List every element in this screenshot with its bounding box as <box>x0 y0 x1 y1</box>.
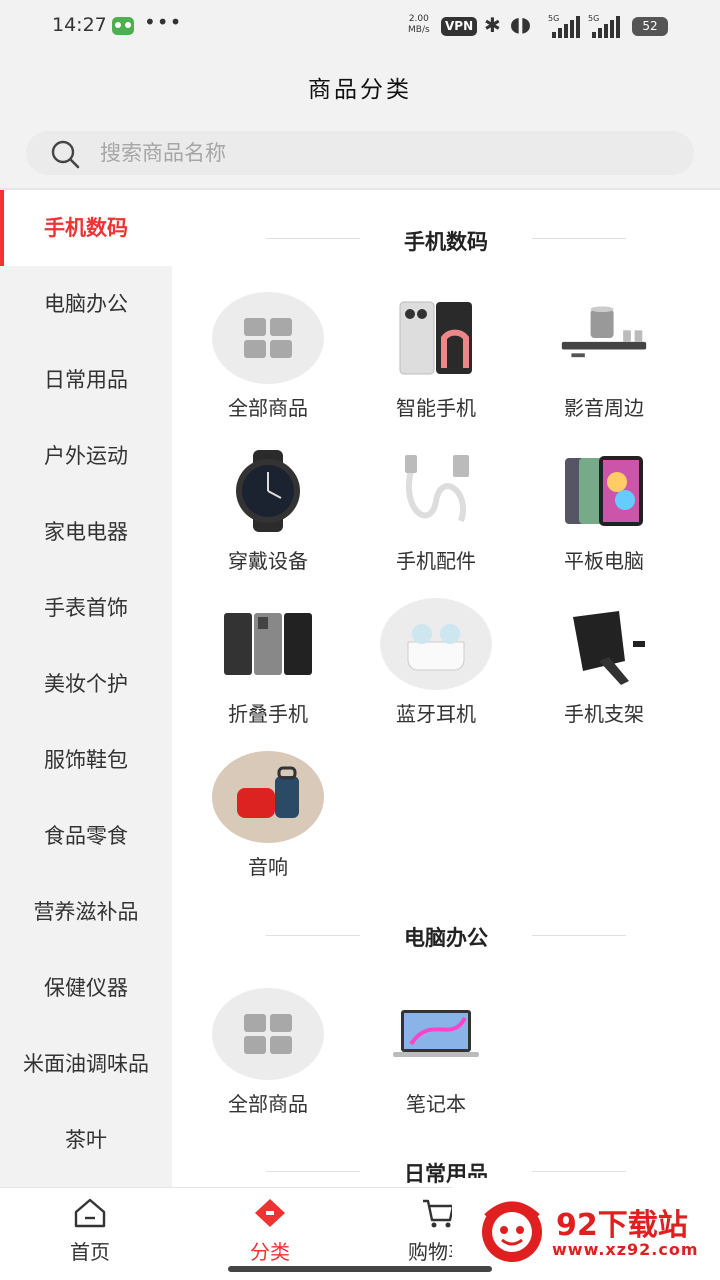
watermark: 92下载站 www.xz92.com <box>452 1178 720 1280</box>
category-item-audio-video[interactable]: 影音周边 <box>520 292 688 442</box>
home-indicator <box>228 1266 492 1272</box>
category-item-label: 音响 <box>248 855 288 879</box>
earbuds-status-icon: ◖◗ <box>510 12 532 36</box>
search-input[interactable] <box>100 131 660 175</box>
tab-category-label: 分类 <box>250 1240 290 1264</box>
category-item-smartphone[interactable]: 智能手机 <box>352 292 520 442</box>
section-divider <box>532 238 626 239</box>
category-item-label: 手机支架 <box>564 702 644 726</box>
smartphone-icon <box>390 292 482 384</box>
usb-cable-icon <box>390 445 482 537</box>
network-speed-value: 2.00 <box>408 14 429 24</box>
sidebar-item-phones-digital[interactable]: 手机数码 <box>0 190 172 266</box>
bluetooth-speaker-icon <box>212 751 324 843</box>
signal-icon: 5G <box>548 14 584 38</box>
sidebar-item-grain-oil[interactable]: 米面油调味品 <box>0 1026 172 1102</box>
section-divider <box>532 1171 626 1172</box>
sidebar-item-health-devices[interactable]: 保健仪器 <box>0 950 172 1026</box>
grid-icon <box>212 988 324 1080</box>
category-item-tablets[interactable]: 平板电脑 <box>520 445 688 595</box>
sidebar-item-outdoor-sports[interactable]: 户外运动 <box>0 418 172 494</box>
category-item-label: 手机配件 <box>396 549 476 573</box>
sidebar-item-nutrition[interactable]: 营养滋补品 <box>0 874 172 950</box>
speaker-set-icon <box>558 292 650 384</box>
section-title: 电脑办公 <box>404 926 488 950</box>
section-title: 手机数码 <box>404 230 488 254</box>
sidebar-item-computers-office[interactable]: 电脑办公 <box>0 266 172 342</box>
sidebar-item-apparel-bags[interactable]: 服饰鞋包 <box>0 722 172 798</box>
tab-home-label: 首页 <box>70 1240 110 1264</box>
category-item-label: 全部商品 <box>228 1092 308 1116</box>
status-time: 14:27 <box>52 14 107 36</box>
tablet-icon <box>558 445 650 537</box>
tab-home[interactable]: 首页 <box>30 1196 150 1265</box>
phone-holder-icon <box>558 598 650 690</box>
network-speed-unit: MB/s <box>408 25 430 35</box>
bluetooth-icon: ✱ <box>484 13 501 37</box>
home-icon <box>74 1198 106 1228</box>
category-item-accessories[interactable]: 手机配件 <box>352 445 520 595</box>
category-item-label: 穿戴设备 <box>228 549 308 573</box>
tab-category[interactable]: 分类 <box>210 1196 330 1265</box>
category-item-label: 折叠手机 <box>228 702 308 726</box>
category-item-label: 平板电脑 <box>564 549 644 573</box>
sidebar-item-food-snacks[interactable]: 食品零食 <box>0 798 172 874</box>
laptop-icon <box>390 988 482 1080</box>
category-item-laptop[interactable]: 笔记本 <box>352 988 520 1138</box>
more-notifications-icon: ••• <box>144 10 183 34</box>
category-item-label: 笔记本 <box>406 1092 466 1116</box>
sidebar-item-tea[interactable]: 茶叶 <box>0 1102 172 1178</box>
sidebar-item-beauty-care[interactable]: 美妆个护 <box>0 646 172 722</box>
foldable-phone-icon <box>222 598 314 690</box>
category-item-earbuds[interactable]: 蓝牙耳机 <box>352 598 520 748</box>
search-bar[interactable] <box>26 131 694 175</box>
category-item-label: 智能手机 <box>396 396 476 420</box>
earbuds-icon <box>380 598 492 690</box>
category-sidebar: 手机数码 电脑办公 日常用品 户外运动 家电电器 手表首饰 美妆个护 服饰鞋包 … <box>0 190 172 1187</box>
category-item-all[interactable]: 全部商品 <box>184 292 352 442</box>
signal-icon: 5G <box>588 14 624 38</box>
category-icon <box>255 1199 285 1227</box>
sidebar-item-appliances[interactable]: 家电电器 <box>0 494 172 570</box>
battery-icon: 52 <box>632 17 668 36</box>
category-item-phone-holder[interactable]: 手机支架 <box>520 598 688 748</box>
network-type-label: 5G <box>548 14 560 23</box>
smartwatch-icon <box>222 445 314 537</box>
vpn-badge: VPN <box>441 17 478 36</box>
network-type-label: 5G <box>588 14 600 23</box>
sidebar-item-daily-goods[interactable]: 日常用品 <box>0 342 172 418</box>
category-item-label: 全部商品 <box>228 396 308 420</box>
status-bar: 14:27 ••• 2.00 MB/s VPN ✱ ◖◗ 5G 5G 52 <box>0 0 720 56</box>
grid-icon <box>212 292 324 384</box>
watermark-url: www.xz92.com <box>552 1240 699 1259</box>
page-title: 商品分类 <box>308 77 412 103</box>
category-item-all[interactable]: 全部商品 <box>184 988 352 1138</box>
network-speed: 2.00 MB/s <box>408 14 430 36</box>
category-item-label: 蓝牙耳机 <box>396 702 476 726</box>
watermark-name: 92下载站 <box>556 1208 688 1243</box>
category-item-foldables[interactable]: 折叠手机 <box>184 598 352 748</box>
category-item-label: 影音周边 <box>564 396 644 420</box>
sidebar-item-watches-jewelry[interactable]: 手表首饰 <box>0 570 172 646</box>
category-item-speakers[interactable]: 音响 <box>184 751 352 901</box>
section-divider <box>532 935 626 936</box>
app-notification-icon <box>112 17 134 35</box>
search-icon <box>51 140 80 169</box>
category-item-wearables[interactable]: 穿戴设备 <box>184 445 352 595</box>
watermark-logo-icon <box>482 1201 542 1262</box>
category-content: 手机数码 全部商品 智能手机 影音周边 穿戴设备 手机配件 平板电脑 折叠手机 … <box>172 190 720 1187</box>
cart-icon <box>423 1199 455 1228</box>
